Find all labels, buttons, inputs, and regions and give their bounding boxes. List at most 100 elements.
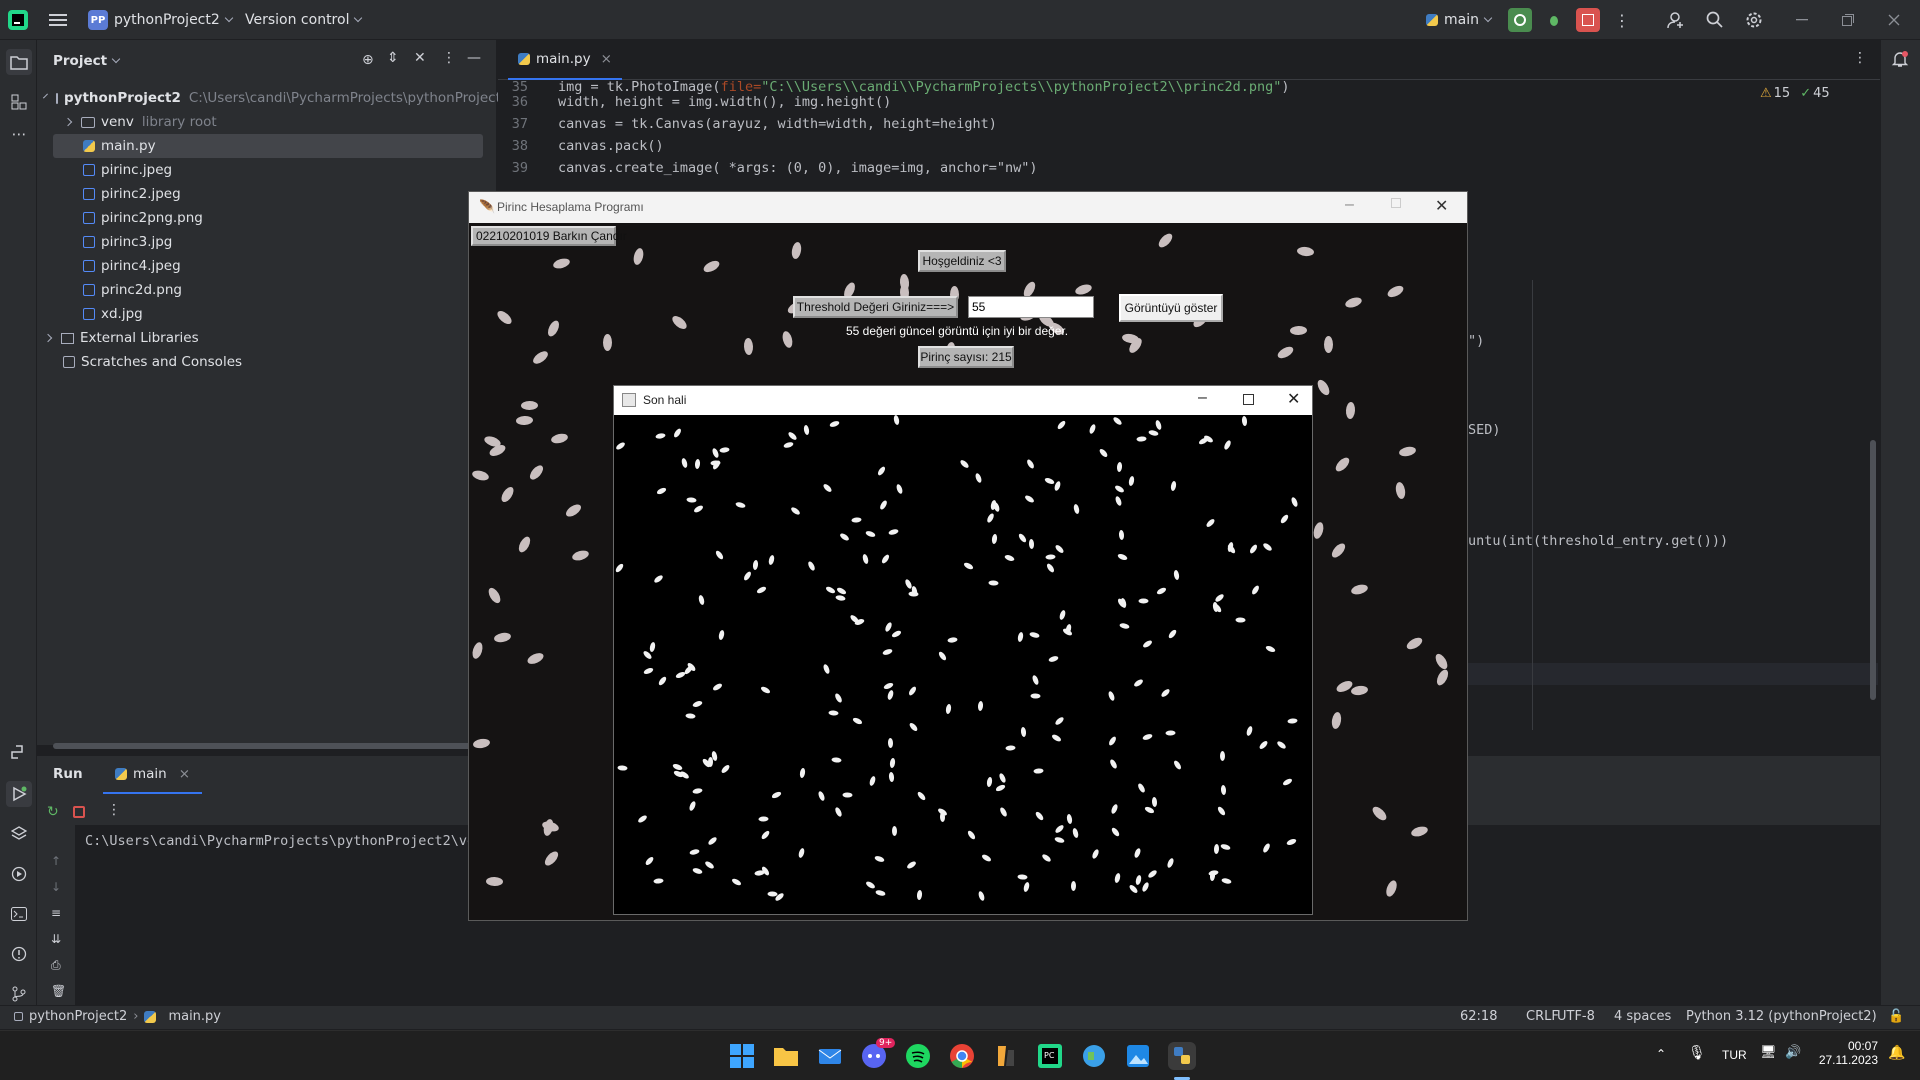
close-tab-icon[interactable]: ×	[179, 766, 190, 782]
collapse-all-icon[interactable]: ✕	[414, 50, 426, 66]
tree-item-file[interactable]: pirinc2png.png	[37, 206, 497, 230]
caret-position[interactable]: 62:18	[1460, 1009, 1497, 1024]
clock[interactable]: 00:07 27.11.2023	[1818, 1039, 1878, 1067]
minimize-icon[interactable]	[1790, 8, 1814, 32]
minimize-icon[interactable]: –	[1198, 389, 1207, 407]
close-tab-icon[interactable]: ×	[601, 51, 612, 67]
inspection-widget[interactable]: ⚠ 15 ✓ 45	[1760, 86, 1830, 101]
tree-item-file[interactable]: pirinc4.jpeg	[37, 254, 497, 278]
tab-options-icon[interactable]: ⋮	[1853, 50, 1867, 66]
breadcrumb-file[interactable]: main.py	[168, 1009, 221, 1024]
editor-scrollbar[interactable]	[1870, 440, 1876, 700]
code-line-38: 38 canvas.pack()	[498, 135, 1518, 157]
python-console-icon[interactable]	[6, 740, 32, 766]
indent-setting[interactable]: 4 spaces	[1614, 1009, 1671, 1024]
main-menu-icon[interactable]	[46, 8, 70, 32]
windows-start-icon[interactable]	[728, 1042, 756, 1070]
tree-item-external-libraries[interactable]: External Libraries	[37, 326, 497, 350]
more-options-icon[interactable]: ⋮	[107, 802, 121, 818]
terminal-icon[interactable]	[6, 901, 32, 927]
python-app-icon[interactable]	[1168, 1042, 1196, 1070]
problems-icon[interactable]	[6, 941, 32, 967]
tree-item-file[interactable]: xd.jpg	[37, 302, 497, 326]
rice-grain	[977, 701, 984, 712]
add-user-icon[interactable]	[1664, 8, 1688, 32]
pycharm-taskbar-icon[interactable]: PC	[1036, 1042, 1064, 1070]
chevron-up-icon[interactable]: ⌃	[1656, 1047, 1666, 1061]
volume-icon[interactable]: 🔊	[1785, 1045, 1801, 1060]
show-image-button[interactable]: Görüntüyü göster	[1119, 294, 1223, 322]
project-panel-header[interactable]: Project	[53, 40, 121, 82]
hide-panel-icon[interactable]: —	[467, 50, 481, 66]
debug-icon[interactable]	[1542, 8, 1566, 32]
soft-wrap-icon[interactable]: ≡	[51, 900, 66, 926]
rerun-icon[interactable]	[1508, 8, 1532, 32]
more-tools-icon[interactable]: ⋯	[6, 121, 32, 147]
more-actions-icon[interactable]: ⋮	[1610, 8, 1634, 32]
services-icon[interactable]	[6, 861, 32, 887]
tree-root[interactable]: pythonProject2 C:\Users\candi\PycharmPro…	[37, 86, 510, 110]
run-tool-icon[interactable]	[6, 781, 32, 807]
rerun-icon[interactable]: ↻	[47, 804, 59, 820]
locate-icon[interactable]: ⊕	[362, 52, 374, 68]
lock-icon[interactable]: 🔓	[1888, 1009, 1904, 1024]
stop-run-icon[interactable]	[73, 806, 85, 818]
close-icon[interactable]: ✕	[1287, 389, 1300, 409]
threshold-input[interactable]	[968, 296, 1094, 318]
language-indicator[interactable]: TUR	[1722, 1048, 1747, 1062]
up-arrow-icon[interactable]: ↑	[51, 848, 66, 874]
python-interpreter[interactable]: Python 3.12 (pythonProject2)	[1686, 1009, 1877, 1024]
search-icon[interactable]	[1703, 8, 1727, 32]
structure-icon[interactable]	[6, 89, 32, 115]
son-hali-titlebar[interactable]: Son hali – ✕	[614, 386, 1312, 415]
tree-item-file[interactable]: princ2d.png	[37, 278, 497, 302]
globe-app-icon[interactable]	[1080, 1042, 1108, 1070]
horizontal-scrollbar[interactable]	[53, 743, 493, 749]
tree-item-file[interactable]: pirinc3.jpg	[37, 230, 497, 254]
tree-item-venv[interactable]: venv library root	[37, 110, 497, 134]
rice-grain	[1045, 553, 1056, 560]
chrome-icon[interactable]	[948, 1042, 976, 1070]
maximize-icon[interactable]	[1243, 394, 1254, 405]
trash-icon[interactable]: 🗑	[51, 978, 66, 1004]
settings-gear-icon[interactable]	[1742, 8, 1766, 32]
close-icon[interactable]	[1882, 8, 1906, 32]
print-icon[interactable]: ⎙	[51, 952, 66, 978]
tree-item-file[interactable]: pirinc2.jpeg	[37, 182, 497, 206]
layers-icon[interactable]	[6, 821, 32, 847]
network-icon[interactable]: 🖥	[1760, 1045, 1777, 1060]
app-icon[interactable]	[992, 1042, 1020, 1070]
tree-item-file[interactable]: pirinc.jpeg	[37, 158, 497, 182]
stop-icon[interactable]	[1576, 8, 1600, 32]
notifications-icon[interactable]	[1891, 50, 1909, 72]
notification-bell-icon[interactable]: 🔔	[1888, 1045, 1905, 1061]
tab-main-py[interactable]: main.py ×	[508, 40, 622, 80]
down-arrow-icon[interactable]: ↓	[51, 874, 66, 900]
file-encoding[interactable]: UTF-8	[1557, 1009, 1595, 1024]
tree-item-main-py[interactable]: main.py	[53, 134, 483, 158]
file-explorer-icon[interactable]	[772, 1042, 800, 1070]
project-folder-icon[interactable]	[6, 49, 32, 75]
restore-icon[interactable]	[1836, 8, 1860, 32]
spotify-icon[interactable]	[904, 1042, 932, 1070]
scroll-to-end-icon[interactable]: ⇊	[51, 926, 66, 952]
project-switcher[interactable]: PP pythonProject2	[88, 0, 234, 40]
pirinc-window-titlebar[interactable]: 🪶 Pirinc Hesaplama Programı – ✕	[469, 192, 1467, 223]
pycharm-logo-icon[interactable]	[6, 8, 30, 32]
line-separator[interactable]: CRLF	[1526, 1009, 1559, 1024]
mail-icon[interactable]	[816, 1042, 844, 1070]
options-icon[interactable]: ⋮	[442, 50, 456, 66]
breadcrumb-project[interactable]: pythonProject2	[29, 1009, 127, 1024]
minimize-icon[interactable]: –	[1345, 196, 1354, 214]
photos-icon[interactable]	[1124, 1042, 1152, 1070]
expand-all-icon[interactable]: ⇕	[387, 50, 399, 66]
tree-item-scratches[interactable]: Scratches and Consoles	[37, 350, 497, 374]
discord-icon[interactable]: 9+	[860, 1038, 896, 1070]
close-icon[interactable]: ✕	[1435, 196, 1448, 216]
version-control-menu[interactable]: Version control	[245, 0, 363, 40]
run-config-selector[interactable]: main	[1426, 0, 1493, 40]
microphone-icon[interactable]: 🎙	[1688, 1045, 1706, 1061]
run-tab-main[interactable]: main ×	[103, 756, 203, 794]
git-icon[interactable]	[6, 981, 32, 1007]
rice-grain	[1219, 750, 1225, 761]
